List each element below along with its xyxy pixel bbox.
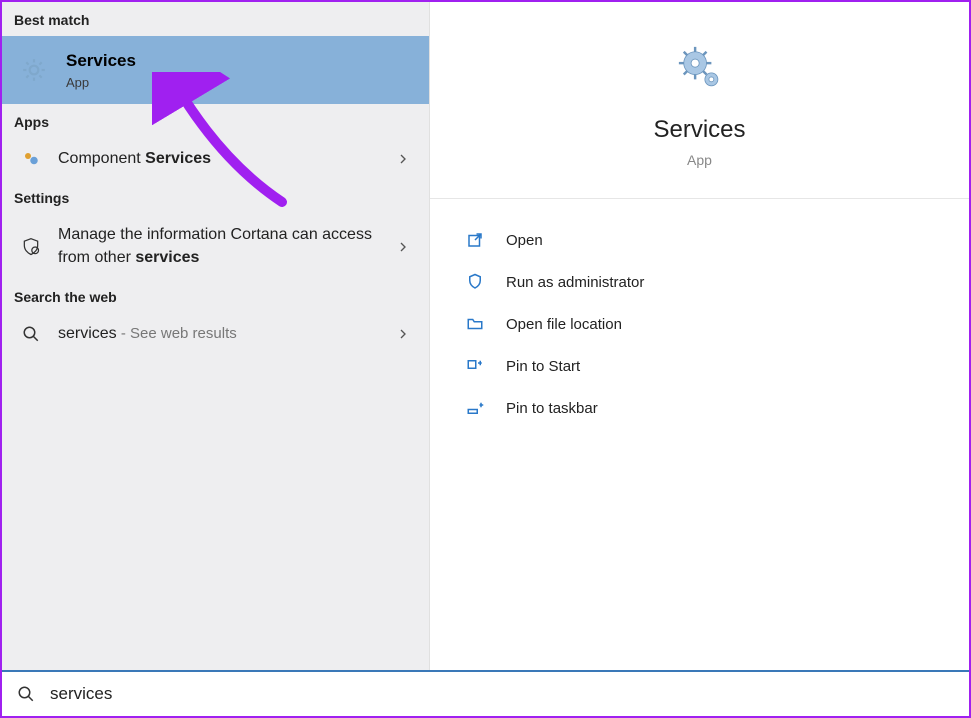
preview-actions: Open Run as administrator Open file loca… xyxy=(430,199,969,449)
web-result-services[interactable]: services - See web results xyxy=(2,313,429,355)
folder-icon xyxy=(464,313,486,335)
action-pin-to-start[interactable]: Pin to Start xyxy=(464,345,935,387)
action-label: Run as administrator xyxy=(506,274,644,291)
preview-title: Services xyxy=(653,116,745,144)
settings-result-label: Manage the information Cortana can acces… xyxy=(58,224,395,269)
search-icon xyxy=(16,684,36,704)
web-result-label: services - See web results xyxy=(58,323,395,345)
apps-result-component-services[interactable]: Component Services xyxy=(2,138,429,180)
action-open-file-location[interactable]: Open file location xyxy=(464,303,935,345)
preview-subtitle: App xyxy=(687,152,712,168)
settings-header: Settings xyxy=(2,180,429,214)
action-pin-to-taskbar[interactable]: Pin to taskbar xyxy=(464,387,935,429)
chevron-right-icon xyxy=(395,151,411,167)
preview-panel: Services App Open Run as administrator xyxy=(430,2,969,672)
search-web-header: Search the web xyxy=(2,279,429,313)
admin-shield-icon xyxy=(464,271,486,293)
action-label: Open file location xyxy=(506,316,622,333)
pin-taskbar-icon xyxy=(464,397,486,419)
best-match-subtitle: App xyxy=(66,75,136,90)
gear-icon xyxy=(674,42,726,94)
settings-result-cortana-services[interactable]: Manage the information Cortana can acces… xyxy=(2,214,429,279)
search-input[interactable] xyxy=(50,684,955,704)
search-bar[interactable] xyxy=(2,670,969,716)
best-match-result-services[interactable]: Services App xyxy=(2,36,429,104)
component-services-icon xyxy=(20,148,42,170)
search-results-panel: Best match Services App Apps Component S… xyxy=(2,2,430,672)
action-run-as-admin[interactable]: Run as administrator xyxy=(464,261,935,303)
open-icon xyxy=(464,229,486,251)
pin-start-icon xyxy=(464,355,486,377)
apps-header: Apps xyxy=(2,104,429,138)
action-label: Pin to Start xyxy=(506,358,580,375)
apps-result-label: Component Services xyxy=(58,148,395,170)
best-match-title: Services xyxy=(66,50,136,72)
search-icon xyxy=(20,323,42,345)
action-open[interactable]: Open xyxy=(464,219,935,261)
gear-icon xyxy=(20,56,48,84)
shield-icon xyxy=(20,236,42,258)
chevron-right-icon xyxy=(395,239,411,255)
preview-header: Services App xyxy=(430,2,969,199)
best-match-header: Best match xyxy=(2,2,429,36)
chevron-right-icon xyxy=(395,326,411,342)
action-label: Open xyxy=(506,232,543,249)
action-label: Pin to taskbar xyxy=(506,400,598,417)
